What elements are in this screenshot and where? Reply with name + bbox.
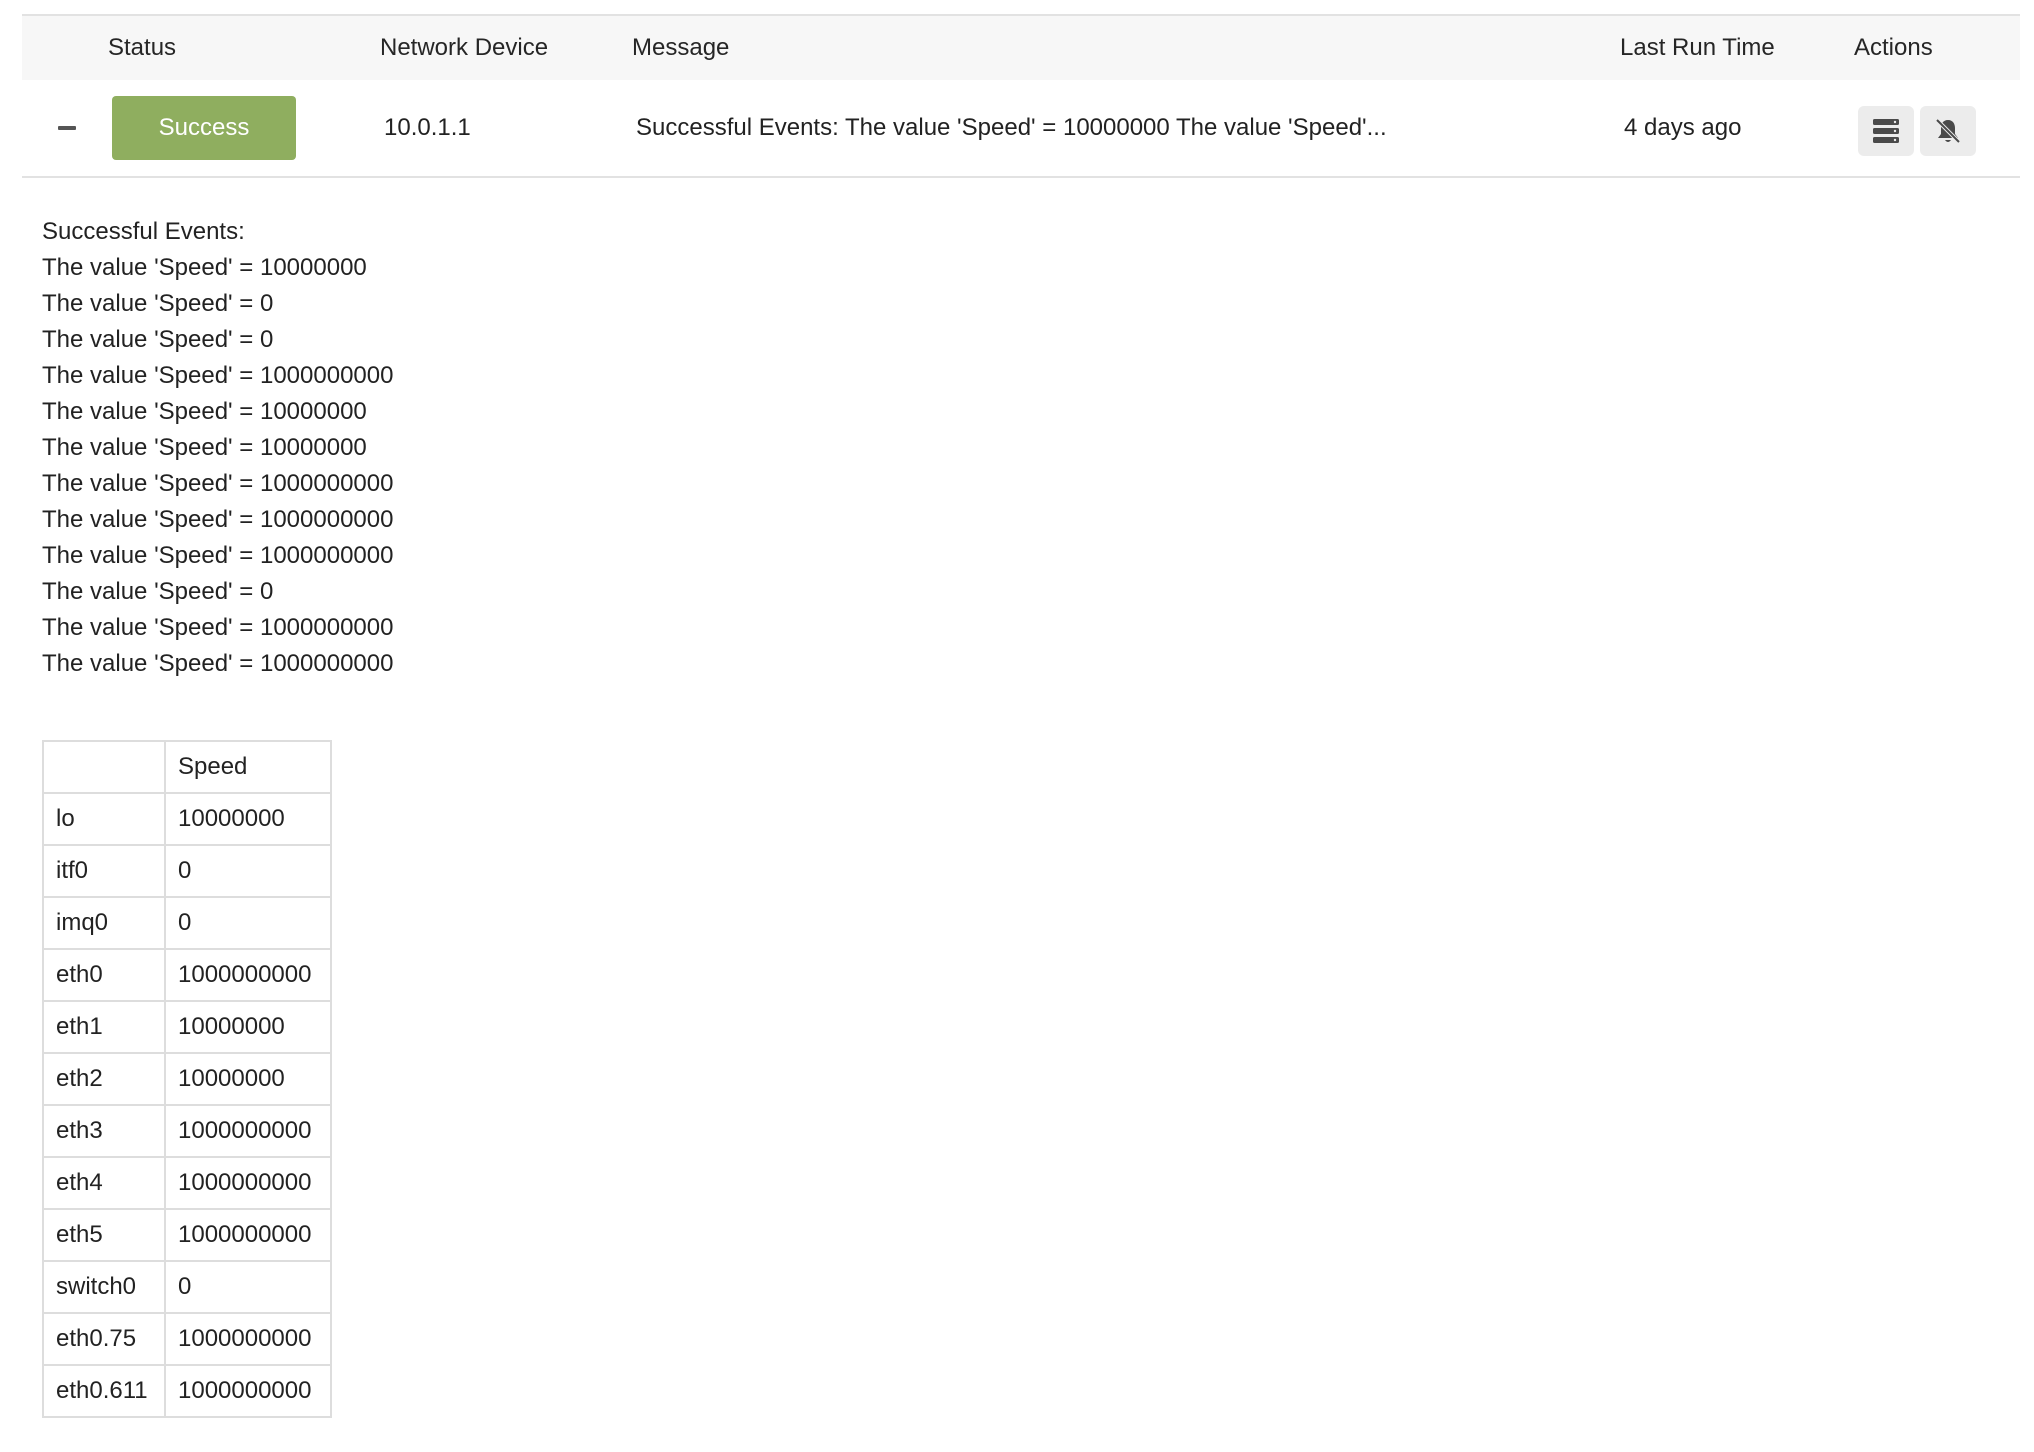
event-line: The value 'Speed' = 10000000 [42,434,367,461]
event-line: The value 'Speed' = 1000000000 [42,614,394,641]
mute-alerts-button[interactable] [1920,106,1976,156]
speed-cell: 1000000000 [164,1208,332,1262]
interface-cell: eth5 [42,1208,166,1262]
speed-column-header: Speed [164,740,332,794]
interface-cell: eth4 [42,1156,166,1210]
event-line: The value 'Speed' = 1000000000 [42,542,394,569]
grid-header: Status Network Device Message Last Run T… [22,14,2020,82]
speed-cell: 1000000000 [164,1104,332,1158]
column-header-last-run-time[interactable]: Last Run Time [1620,16,1775,80]
table-row: eth4 1000000000 [42,1156,332,1210]
server-list-icon [1873,119,1899,143]
message-cell: Successful Events: The value 'Speed' = 1… [636,114,1387,141]
interface-cell: lo [42,792,166,846]
interface-cell: switch0 [42,1260,166,1314]
speed-cell: 0 [164,844,332,898]
table-row: itf0 0 [42,844,332,898]
interface-cell: eth0.75 [42,1312,166,1366]
bell-off-icon [1935,118,1961,144]
speed-table: Speed lo 10000000 itf0 0 imq0 0 eth0 1000000… [42,740,332,1418]
interface-cell: eth3 [42,1104,166,1158]
event-line: The value 'Speed' = 1000000000 [42,506,394,533]
view-details-button[interactable] [1858,106,1914,156]
event-line: The value 'Speed' = 0 [42,326,274,353]
details-heading: Successful Events: [42,218,245,245]
event-line: The value 'Speed' = 1000000000 [42,362,394,389]
collapse-row-button[interactable] [56,115,84,141]
speed-cell: 10000000 [164,792,332,846]
table-row: eth5 1000000000 [42,1208,332,1262]
event-line: The value 'Speed' = 0 [42,578,274,605]
event-line: The value 'Speed' = 1000000000 [42,470,394,497]
minus-icon [58,126,76,130]
speed-cell: 0 [164,1260,332,1314]
speed-cell: 1000000000 [164,1364,332,1418]
speed-cell: 10000000 [164,1052,332,1106]
event-line: The value 'Speed' = 0 [42,290,274,317]
table-row: eth2 10000000 [42,1052,332,1106]
interface-cell: eth0.611 [42,1364,166,1418]
interface-cell: imq0 [42,896,166,950]
table-row: eth3 1000000000 [42,1104,332,1158]
event-line: The value 'Speed' = 10000000 [42,254,367,281]
column-header-network-device[interactable]: Network Device [380,16,548,80]
table-row: lo 10000000 [42,792,332,846]
column-header-message[interactable]: Message [632,16,729,80]
network-device-cell[interactable]: 10.0.1.1 [384,80,471,176]
table-row: imq0 0 [42,896,332,950]
speed-cell: 1000000000 [164,1312,332,1366]
column-header-status[interactable]: Status [108,16,176,80]
interface-cell: eth1 [42,1000,166,1054]
table-row: eth0 1000000000 [42,948,332,1002]
table-row: switch0 0 [42,1260,332,1314]
event-details: Successful Events: The value 'Speed' = 1… [42,214,1242,682]
speed-cell: 10000000 [164,1000,332,1054]
interface-cell: eth2 [42,1052,166,1106]
speed-cell: 1000000000 [164,948,332,1002]
status-badge: Success [112,96,296,160]
check-result-page: Status Network Device Message Last Run T… [0,0,2034,1452]
table-row: eth1 10000000 [42,1000,332,1054]
table-row: eth0.75 1000000000 [42,1312,332,1366]
event-line: The value 'Speed' = 1000000000 [42,650,394,677]
event-line: The value 'Speed' = 10000000 [42,398,367,425]
column-header-actions: Actions [1854,34,1933,61]
table-header-row: Speed [42,740,332,794]
interface-cell: itf0 [42,844,166,898]
last-run-time-cell: 4 days ago [1624,114,1742,141]
speed-cell: 1000000000 [164,1156,332,1210]
result-row[interactable]: Success 10.0.1.1 Successful Events: The … [22,80,2020,178]
table-row: eth0.611 1000000000 [42,1364,332,1418]
interface-column-header [42,740,166,794]
speed-cell: 0 [164,896,332,950]
interface-cell: eth0 [42,948,166,1002]
